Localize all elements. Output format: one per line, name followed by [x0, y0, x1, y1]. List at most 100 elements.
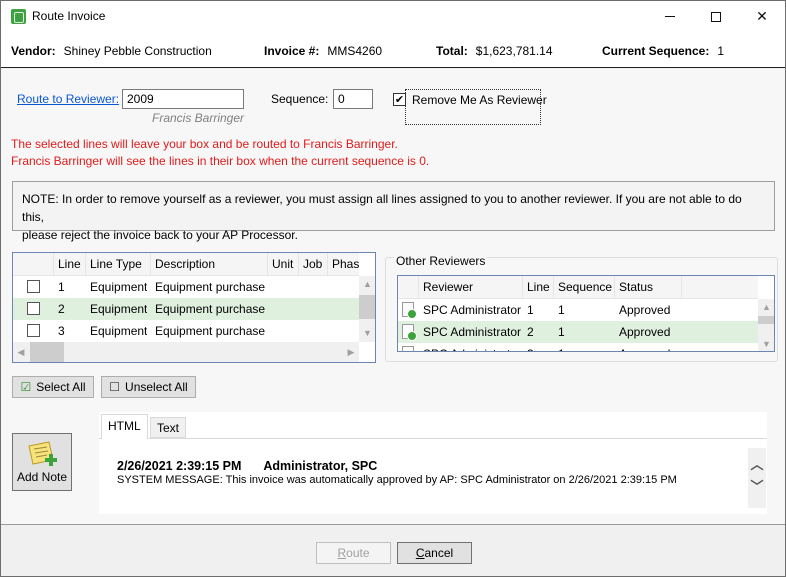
- scroll-down-icon[interactable]: ▼: [758, 339, 774, 349]
- cancel-button[interactable]: Cancel: [397, 542, 472, 564]
- other-reviewers-title: Other Reviewers: [394, 254, 488, 268]
- note-line-1: NOTE: In order to remove yourself as a r…: [22, 192, 742, 224]
- column-header-line-type[interactable]: Line Type: [86, 253, 151, 276]
- remove-me-checkbox[interactable]: ✔: [393, 93, 406, 106]
- reviewers-grid-row[interactable]: SPC Administrator 3 1 Approved: [398, 343, 758, 351]
- remove-reviewer-note: NOTE: In order to remove yourself as a r…: [12, 181, 775, 242]
- reviewer-name-label: Francis Barringer: [152, 111, 245, 125]
- column-header-line[interactable]: Line: [54, 253, 86, 276]
- tab-html[interactable]: HTML: [101, 414, 148, 439]
- add-note-label: Add Note: [16, 470, 68, 484]
- column-header-phase[interactable]: Phase: [328, 253, 359, 276]
- route-warning-line-1: The selected lines will leave your box a…: [11, 137, 398, 151]
- invoice-number-label: Invoice #:: [264, 44, 320, 58]
- reviewer-sequence: 1: [554, 343, 565, 351]
- scroll-down-icon[interactable]: ▼: [359, 328, 375, 338]
- scroll-right-icon[interactable]: ▶: [343, 347, 359, 358]
- lines-horizontal-scrollbar[interactable]: ◀ ▶: [13, 342, 359, 362]
- note-message: SYSTEM MESSAGE: This invoice was automat…: [117, 474, 677, 486]
- add-note-button[interactable]: Add Note: [12, 433, 72, 491]
- column-header-description[interactable]: Description: [151, 253, 268, 276]
- reviewer-name: SPC Administrator: [419, 343, 521, 351]
- lines-grid-row[interactable]: 1 Equipment Equipment purchase: [13, 276, 359, 298]
- line-description: Equipment purchase: [155, 280, 266, 294]
- close-button[interactable]: ✕: [739, 1, 785, 32]
- tab-divider: [99, 438, 767, 439]
- note-header: 2/26/2021 2:39:15 PM Administrator, SPC: [117, 459, 677, 473]
- reviewers-grid-row[interactable]: SPC Administrator 2 1 Approved: [398, 321, 758, 343]
- lines-grid-row[interactable]: 3 Equipment Equipment purchase: [13, 320, 359, 342]
- reviewer-id-input[interactable]: [122, 89, 244, 109]
- scroll-up-icon[interactable]: ▲: [758, 302, 774, 312]
- title-bar: Route Invoice ✕: [1, 1, 785, 32]
- unselect-all-button[interactable]: ☐ Unselect All: [101, 376, 196, 398]
- sequence-input[interactable]: [333, 89, 373, 109]
- minimize-button[interactable]: [647, 1, 693, 32]
- column-header-unit[interactable]: Unit: [268, 253, 299, 276]
- current-sequence-label: Current Sequence:: [602, 44, 710, 58]
- line-type: Equipment: [90, 280, 148, 294]
- reviewers-grid-header: Reviewer Line Sequence Status: [398, 276, 758, 299]
- reviewers-grid-row[interactable]: SPC Administrator 1 1 Approved: [398, 299, 758, 321]
- invoice-number-value: MMS4260: [327, 44, 383, 58]
- line-select-checkbox[interactable]: [27, 280, 40, 293]
- reviewers-vertical-scroll-thumb[interactable]: [758, 316, 774, 324]
- window-title: Route Invoice: [32, 9, 106, 23]
- remove-me-label[interactable]: Remove Me As Reviewer: [412, 93, 547, 107]
- note-timestamp: 2/26/2021 2:39:15 PM: [117, 459, 242, 473]
- line-type: Equipment: [90, 324, 148, 338]
- reviewer-sequence: 1: [558, 303, 565, 317]
- column-header-line[interactable]: Line: [523, 276, 554, 299]
- line-select-checkbox[interactable]: [27, 302, 40, 315]
- other-reviewers-grid: Reviewer Line Sequence Status SPC Admini…: [397, 275, 775, 352]
- route-button[interactable]: Route: [316, 542, 391, 564]
- line-select-checkbox[interactable]: [27, 324, 40, 337]
- lines-vertical-scroll-thumb[interactable]: [359, 295, 375, 319]
- dialog-body: Route to Reviewer: Francis Barringer Seq…: [1, 69, 785, 524]
- column-header-status[interactable]: Status: [615, 276, 682, 299]
- total-label: Total:: [436, 44, 468, 58]
- approved-document-icon: [402, 324, 417, 341]
- line-description: Equipment purchase: [155, 324, 266, 338]
- notes-panel: HTML Text 2/26/2021 2:39:15 PM Administra…: [99, 412, 767, 514]
- invoice-number-field: Invoice #: MMS4260: [264, 44, 382, 58]
- current-sequence-field: Current Sequence: 1: [602, 44, 724, 58]
- invoice-lines-grid: Line Line Type Description Unit Job Phas…: [12, 252, 376, 363]
- current-sequence-value: 1: [717, 44, 725, 58]
- approved-document-icon: [402, 302, 417, 319]
- notes-scrollbar[interactable]: ︿ ﹀: [748, 448, 766, 508]
- select-all-label: Select All: [36, 380, 86, 394]
- scroll-left-icon[interactable]: ◀: [13, 347, 29, 358]
- column-header-job[interactable]: Job: [299, 253, 328, 276]
- reviewers-vertical-scrollbar[interactable]: ▲ ▼: [758, 299, 774, 351]
- lines-grid-row[interactable]: 2 Equipment Equipment purchase: [13, 298, 359, 320]
- invoice-app-icon: [11, 9, 26, 24]
- checked-box-icon: ☑: [20, 380, 32, 394]
- select-all-button[interactable]: ☑ Select All: [12, 376, 94, 398]
- scroll-up-icon[interactable]: ︿: [748, 454, 766, 473]
- cancel-label: Cancel: [415, 546, 454, 560]
- column-header-sequence[interactable]: Sequence: [554, 276, 615, 299]
- maximize-button[interactable]: [693, 1, 739, 32]
- invoice-header: Vendor: Shiney Pebble Construction Invoic…: [1, 32, 785, 68]
- reviewer-status: Approved: [619, 325, 671, 339]
- vendor-label: Vendor:: [11, 44, 56, 58]
- route-invoice-window: Route Invoice ✕ Vendor: Shiney Pebble Con…: [0, 0, 786, 577]
- reviewer-sequence: 1: [558, 325, 565, 339]
- line-number: 2: [58, 302, 65, 316]
- close-icon: ✕: [756, 8, 768, 25]
- lines-horizontal-scroll-thumb[interactable]: [30, 342, 64, 362]
- lines-vertical-scrollbar[interactable]: ▲ ▼: [359, 276, 375, 342]
- scroll-down-icon[interactable]: ﹀: [748, 476, 766, 495]
- vendor-field: Vendor: Shiney Pebble Construction: [11, 44, 212, 58]
- maximize-icon: [711, 11, 721, 22]
- scroll-up-icon[interactable]: ▲: [359, 279, 375, 289]
- reviewer-line: 1: [527, 303, 534, 317]
- tab-text[interactable]: Text: [150, 417, 187, 438]
- column-header-reviewer[interactable]: Reviewer: [419, 276, 523, 299]
- route-to-reviewer-link[interactable]: Route to Reviewer:: [17, 92, 119, 106]
- lines-grid-header: Line Line Type Description Unit Job Phas…: [13, 253, 359, 276]
- reviewer-line: 2: [527, 325, 534, 339]
- dialog-footer: Route Cancel: [1, 524, 785, 576]
- column-header-select[interactable]: [13, 253, 54, 276]
